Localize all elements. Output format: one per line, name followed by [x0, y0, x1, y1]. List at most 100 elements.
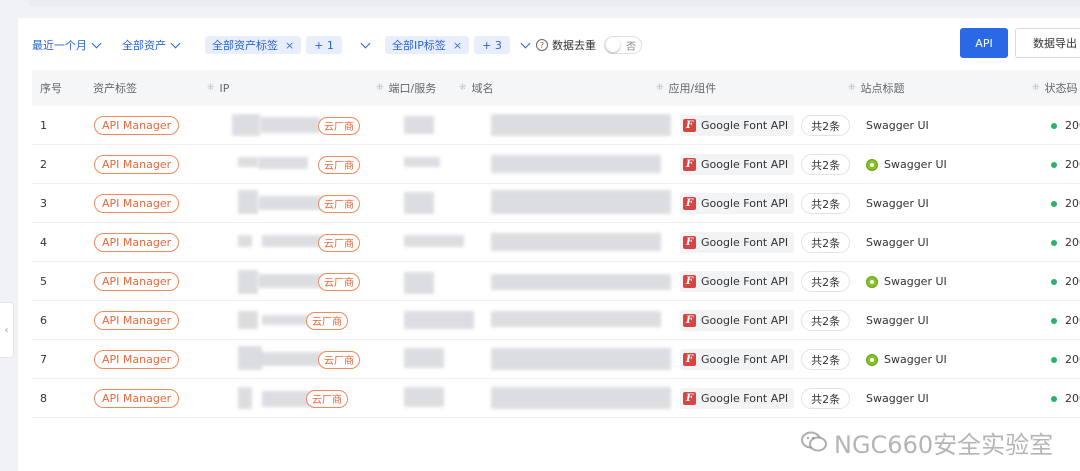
site-title[interactable]: Swagger UI: [866, 392, 929, 405]
drag-handle-icon[interactable]: ⁜: [459, 83, 466, 93]
status-dot-icon: [1051, 317, 1057, 324]
app-count-badge[interactable]: 共2条: [801, 232, 851, 253]
ip-tag-badge[interactable]: 云厂商: [318, 350, 360, 369]
table-row[interactable]: 4 API Manager 云厂商 F Google Font API 共2条 …: [32, 223, 1080, 262]
table-row[interactable]: 2 API Manager 云厂商 F Google Font API 共2条 …: [32, 145, 1080, 184]
drag-handle-icon[interactable]: ⁜: [376, 83, 383, 93]
asset-tag-badge[interactable]: API Manager: [94, 233, 180, 252]
ip-tag-badge[interactable]: 云厂商: [318, 233, 360, 252]
time-range-dropdown[interactable]: 最近一个月: [32, 36, 102, 54]
swagger-icon: [866, 353, 878, 366]
table-row[interactable]: 1 API Manager 云厂商 F Google Font API 共2条 …: [32, 106, 1080, 145]
drag-handle-icon[interactable]: ⁜: [207, 83, 214, 93]
app-cell: F Google Font API 共2条: [680, 184, 851, 223]
asset-tag-filter[interactable]: 全部资产标签 × + 1: [205, 36, 371, 54]
redacted-value: [404, 348, 444, 368]
time-range-label: 最近一个月: [32, 39, 87, 52]
column-header-site-title[interactable]: ⁜ 站点标题: [848, 70, 905, 106]
app-name: Google Font API: [701, 275, 789, 288]
drag-handle-icon[interactable]: ⁜: [848, 83, 855, 93]
ip-tag-badge[interactable]: 云厂商: [318, 155, 360, 174]
row-index-text: 6: [40, 314, 47, 327]
app-chip[interactable]: F Google Font API: [680, 349, 795, 370]
asset-tag-badge[interactable]: API Manager: [94, 155, 180, 174]
wechat-icon: [801, 431, 827, 452]
asset-tag-badge[interactable]: API Manager: [94, 272, 180, 291]
ip-tag-badge[interactable]: 云厂商: [318, 194, 360, 213]
close-icon[interactable]: ×: [285, 39, 294, 52]
app-chip[interactable]: F Google Font API: [680, 154, 795, 175]
table-row[interactable]: 8 API Manager 云厂商 F Google Font API 共2条 …: [32, 379, 1080, 418]
swagger-icon: [866, 275, 878, 288]
chevron-down-icon[interactable]: [520, 38, 531, 49]
column-header-label: 序号: [40, 82, 62, 95]
site-title[interactable]: Swagger UI: [866, 314, 929, 327]
asset-tag-extra-count[interactable]: + 1: [306, 36, 342, 54]
app-chip[interactable]: F Google Font API: [680, 388, 795, 409]
ip-tag-chip[interactable]: 全部IP标签 ×: [385, 36, 470, 54]
row-index: 5: [40, 262, 47, 301]
ip-tag-badge[interactable]: 云厂商: [306, 311, 348, 330]
site-title[interactable]: Swagger UI: [866, 158, 947, 171]
chevron-left-icon: ‹: [4, 324, 9, 336]
column-header-status[interactable]: ⁜ 状态码: [1032, 70, 1078, 106]
ip-tag-badge[interactable]: 云厂商: [318, 272, 360, 291]
asset-tag-cell: API Manager: [94, 262, 180, 301]
status-dot-icon: [1051, 356, 1057, 363]
app-count-badge[interactable]: 共2条: [801, 115, 851, 136]
sidebar-collapse-toggle[interactable]: ‹: [0, 302, 14, 358]
app-count-badge[interactable]: 共2条: [801, 193, 851, 214]
ip-tag-badge[interactable]: 云厂商: [306, 389, 348, 408]
chevron-down-icon[interactable]: [360, 38, 371, 49]
asset-tag-badge[interactable]: API Manager: [94, 389, 180, 408]
column-header-label: 站点标题: [860, 82, 905, 95]
status-code: 200: [1065, 275, 1080, 288]
column-header-domain[interactable]: ⁜ 域名: [459, 70, 494, 106]
ip-tag-badge[interactable]: 云厂商: [318, 116, 360, 135]
app-count-badge[interactable]: 共2条: [801, 388, 851, 409]
asset-tag-badge[interactable]: API Manager: [94, 194, 180, 213]
top-strip: [0, 0, 1080, 18]
site-title[interactable]: Swagger UI: [866, 275, 947, 288]
site-title[interactable]: Swagger UI: [866, 197, 929, 210]
redacted-value: [238, 270, 258, 294]
asset-tag-cell: API Manager: [94, 145, 180, 184]
ip-tag-extra-count[interactable]: + 3: [474, 36, 510, 54]
asset-tag-badge[interactable]: API Manager: [94, 116, 180, 135]
table-row[interactable]: 5 API Manager 云厂商 F Google Font API 共2条 …: [32, 262, 1080, 301]
table-row[interactable]: 6 API Manager 云厂商 F Google Font API 共2条 …: [32, 301, 1080, 340]
column-header-app[interactable]: ⁜ 应用/组件: [656, 70, 716, 106]
export-button[interactable]: 数据导出: [1015, 28, 1080, 58]
site-title[interactable]: Swagger UI: [866, 353, 947, 366]
table-row[interactable]: 7 API Manager 云厂商 F Google Font API 共2条 …: [32, 340, 1080, 379]
drag-handle-icon[interactable]: ⁜: [1032, 83, 1039, 93]
asset-tag-cell: API Manager: [94, 223, 180, 262]
column-header-ip[interactable]: ⁜ IP: [207, 70, 229, 106]
column-header-port-service[interactable]: ⁜ 端口/服务: [376, 70, 436, 106]
app-count-badge[interactable]: 共2条: [801, 154, 851, 175]
site-title[interactable]: Swagger UI: [866, 119, 929, 132]
app-chip[interactable]: F Google Font API: [680, 310, 795, 331]
close-icon[interactable]: ×: [453, 39, 462, 52]
asset-tag-badge[interactable]: API Manager: [94, 311, 180, 330]
app-count-badge[interactable]: 共2条: [801, 349, 851, 370]
app-chip[interactable]: F Google Font API: [680, 115, 795, 136]
dedup-toggle-text: 否: [626, 41, 636, 53]
google-font-icon: F: [683, 353, 696, 366]
app-chip[interactable]: F Google Font API: [680, 232, 795, 253]
asset-scope-dropdown[interactable]: 全部资产: [122, 36, 181, 54]
site-title[interactable]: Swagger UI: [866, 236, 929, 249]
asset-tag-badge[interactable]: API Manager: [94, 350, 180, 369]
app-count-badge[interactable]: 共2条: [801, 271, 851, 292]
app-chip[interactable]: F Google Font API: [680, 193, 795, 214]
ip-cell: 云厂商: [306, 301, 348, 340]
drag-handle-icon[interactable]: ⁜: [656, 83, 663, 93]
app-chip[interactable]: F Google Font API: [680, 271, 795, 292]
api-button[interactable]: API: [960, 28, 1008, 58]
app-count-badge[interactable]: 共2条: [801, 310, 851, 331]
asset-tag-chip[interactable]: 全部资产标签 ×: [205, 36, 302, 54]
ip-tag-filter[interactable]: 全部IP标签 × + 3: [385, 36, 531, 54]
help-icon[interactable]: ?: [536, 39, 548, 51]
dedup-toggle[interactable]: 否: [604, 36, 642, 54]
table-row[interactable]: 3 API Manager 云厂商 F Google Font API 共2条 …: [32, 184, 1080, 223]
